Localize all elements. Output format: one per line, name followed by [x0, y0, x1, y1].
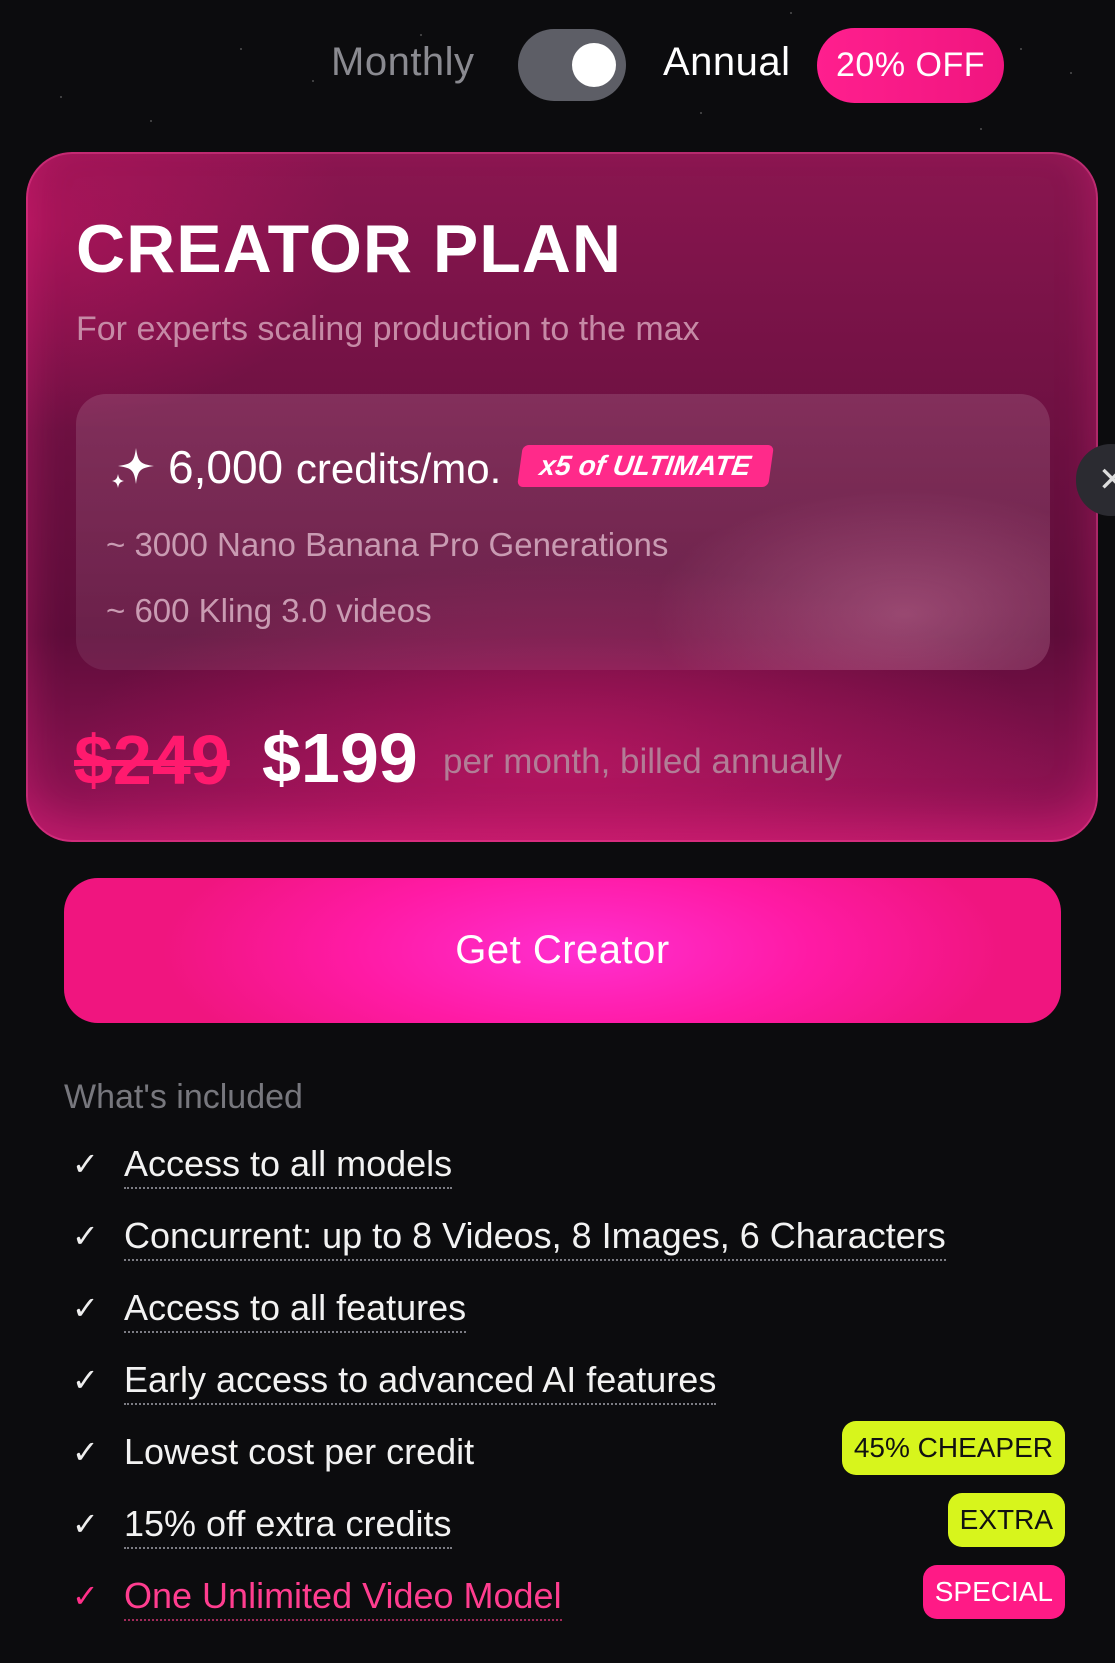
generation-estimate: ~ 3000 Nano Banana Pro Generations [106, 526, 669, 563]
feature-item: ✓ Concurrent: up to 8 Videos, 8 Images, … [64, 1209, 1064, 1265]
check-icon: ✓ [72, 1146, 99, 1182]
cheaper-badge: 45% CHEAPER [841, 1421, 1065, 1475]
price-note: per month, billed annually [443, 742, 842, 781]
feature-item: ✓ Lowest cost per credit 45% CHEAPER [64, 1421, 1065, 1481]
check-icon: ✓ [72, 1218, 99, 1254]
billing-toggle-switch[interactable] [518, 29, 626, 101]
plan-subtitle: For experts scaling production to the ma… [76, 310, 700, 348]
included-title: What's included [64, 1078, 303, 1116]
feature-text[interactable]: 15% off extra credits [124, 1503, 452, 1549]
feature-item: ✓ Access to all features [64, 1281, 1064, 1337]
discount-badge: 20% OFF [817, 28, 1004, 103]
feature-item: ✓ 15% off extra credits EXTRA [64, 1493, 1065, 1553]
feature-text[interactable]: Access to all features [124, 1287, 467, 1333]
credits-box: 6,000 credits/mo. x5 of ULTIMATE ~ 3000 … [76, 394, 1050, 670]
toggle-knob [572, 43, 616, 87]
credits-amount: 6,000 credits/mo. [168, 440, 501, 494]
check-icon: ✓ [72, 1434, 99, 1470]
check-icon: ✓ [72, 1290, 99, 1326]
video-estimate: ~ 600 Kling 3.0 videos [106, 592, 432, 629]
feature-text: Lowest cost per credit [124, 1431, 475, 1472]
annual-label[interactable]: Annual [663, 40, 791, 85]
billing-toggle-row: Monthly Annual 20% OFF [0, 26, 1115, 103]
feature-item: ✓ One Unlimited Video Model SPECIAL [64, 1565, 1065, 1625]
feature-text[interactable]: Concurrent: up to 8 Videos, 8 Images, 6 … [124, 1215, 946, 1261]
credits-number: 6,000 [168, 441, 284, 493]
check-icon: ✓ [72, 1506, 99, 1542]
credits-unit: credits/mo. [295, 445, 502, 492]
sparkle-icon [112, 448, 154, 488]
creator-plan-card: CREATOR PLAN For experts scaling product… [26, 152, 1098, 842]
feature-item: ✓ Early access to advanced AI features [64, 1353, 1064, 1409]
extra-badge: EXTRA [947, 1493, 1065, 1547]
plan-title: CREATOR PLAN [76, 211, 622, 287]
feature-text[interactable]: Early access to advanced AI features [124, 1359, 717, 1405]
old-price: $249 [74, 721, 230, 799]
multiplier-badge: x5 of ULTIMATE [517, 445, 774, 487]
check-icon: ✓ [72, 1578, 99, 1614]
get-creator-button[interactable]: Get Creator [64, 878, 1061, 1023]
special-badge: SPECIAL [922, 1565, 1065, 1619]
monthly-label[interactable]: Monthly [331, 40, 475, 85]
chevron-right-icon: ✕ [1098, 461, 1115, 499]
feature-item: ✓ Access to all models [64, 1137, 1064, 1193]
feature-text[interactable]: One Unlimited Video Model [124, 1575, 562, 1621]
current-price: $199 [262, 719, 418, 797]
check-icon: ✓ [72, 1362, 99, 1398]
feature-text[interactable]: Access to all models [124, 1143, 453, 1189]
